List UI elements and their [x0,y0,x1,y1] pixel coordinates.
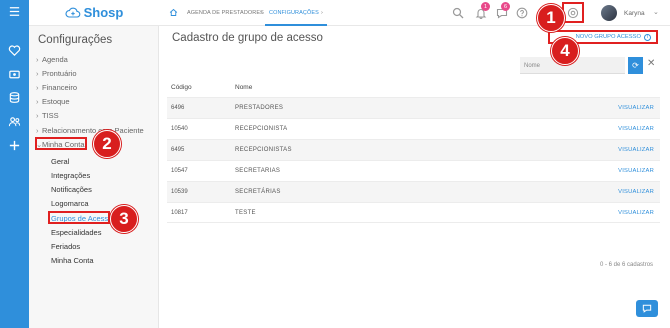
help-icon[interactable] [516,7,528,19]
row-code: 10540 [171,126,188,132]
sidebar-item-estoque[interactable]: › Estoque [36,97,70,106]
breadcrumb-separator: › [260,10,262,16]
messages-badge: 6 [501,2,510,11]
table-row: 10539 SECRETÁRIAS VISUALIZAR [167,181,660,202]
cloud-plus-icon [65,7,80,18]
chevron-down-icon[interactable]: ⌄ [653,8,659,16]
sidebar-item-prontuario[interactable]: › Prontuário [36,69,77,78]
sidebar-item-label: Financeiro [42,83,78,92]
support-chat-button[interactable] [636,300,658,317]
home-icon[interactable] [169,8,178,17]
row-code: 10817 [171,210,188,216]
notification-badge: 1 [481,2,490,11]
sidebar-item-label: Prontuário [42,69,77,78]
row-name: PRESTADORES [235,105,284,111]
submenu-item-feriados[interactable]: Feriados [51,242,80,251]
breadcrumb-agenda[interactable]: AGENDA DE PRESTADORES [187,10,264,16]
breadcrumb-separator: › [321,10,323,16]
sidebar-item-tiss[interactable]: › TISS [36,111,59,120]
config-sidebar: Configurações › Agenda › Prontuário › Finan… [29,26,159,328]
sidebar-item-label: Relacionamento com Paciente [42,126,144,135]
page-title: Cadastro de grupo de acesso [172,32,323,44]
row-code: 10547 [171,168,188,174]
search-icon[interactable] [452,7,464,19]
submenu-item-notificacoes[interactable]: Notificações [51,185,92,194]
top-bar: AGENDA DE PRESTADORES › CONFIGURAÇÕES › … [159,0,670,26]
card-icon[interactable] [0,63,29,85]
view-link[interactable]: VISUALIZAR [618,210,654,216]
view-link[interactable]: VISUALIZAR [618,105,654,111]
close-icon[interactable]: ✕ [647,58,655,69]
people-icon[interactable] [0,110,29,132]
view-link[interactable]: VISUALIZAR [618,168,654,174]
app-rail [0,0,29,328]
heart-icon[interactable] [0,39,29,61]
user-name[interactable]: Karyna [624,10,645,17]
view-link[interactable]: VISUALIZAR [618,126,654,132]
row-code: 10539 [171,189,188,195]
plus-icon[interactable] [0,134,29,156]
submenu-item-geral[interactable]: Geral [51,157,69,166]
row-name: SECRETÁRIAS [235,189,281,195]
row-code: 6495 [171,147,185,153]
sidebar-item-relacionamento[interactable]: › Relacionamento com Paciente [36,126,144,135]
row-name: TESTE [235,210,256,216]
settings-highlight-box [562,2,584,23]
minha-conta-highlight-box [35,137,87,150]
sidebar-item-agenda[interactable]: › Agenda [36,55,68,64]
callout-2: 2 [93,130,121,158]
submenu-item-integracoes[interactable]: Integrações [51,171,90,180]
table-row: 6495 RECEPCIONISTAS VISUALIZAR [167,139,660,160]
breadcrumb-configuracoes[interactable]: CONFIGURAÇÕES [269,10,319,16]
table-row: 10817 TESTE VISUALIZAR [167,202,660,223]
callout-4: 4 [551,37,579,65]
speech-bubble-icon [642,304,652,313]
row-name: RECEPCIONISTAS [235,147,292,153]
column-header-name: Nome [235,84,253,91]
sidebar-item-label: Agenda [42,55,68,64]
submenu-item-minha-conta[interactable]: Minha Conta [51,256,94,265]
database-icon[interactable] [0,86,29,108]
menu-icon[interactable] [0,0,29,22]
submenu-item-logomarca[interactable]: Logomarca [51,199,89,208]
submenu-item-especialidades[interactable]: Especialidades [51,228,101,237]
row-code: 6496 [171,105,185,111]
sidebar-item-label: TISS [42,111,59,120]
record-count: 0 - 6 de 6 cadastros [600,262,654,268]
table-row: 6496 PRESTADORES VISUALIZAR [167,97,660,118]
table-row: 10547 SECRETARIAS VISUALIZAR [167,160,660,181]
row-name: RECEPCIONISTA [235,126,288,132]
refresh-icon[interactable]: ⟳ [628,57,643,74]
grupos-highlight-box [48,211,110,224]
sidebar-title: Configurações [38,34,113,46]
table-row: 10540 RECEPCIONISTA VISUALIZAR [167,118,660,139]
avatar[interactable] [601,5,617,21]
sidebar-item-label: Estoque [42,97,70,106]
info-icon: i [644,33,651,41]
callout-3: 3 [110,205,138,233]
view-link[interactable]: VISUALIZAR [618,189,654,195]
logo[interactable]: Shosp [29,0,159,26]
callout-1: 1 [537,4,565,32]
new-access-group-label: NOVO GRUPO ACESSO [575,34,641,40]
view-link[interactable]: VISUALIZAR [618,147,654,153]
column-header-code: Código [171,84,192,91]
logo-text: Shosp [83,5,124,20]
active-tab-indicator [265,24,327,26]
row-name: SECRETARIAS [235,168,281,174]
sidebar-item-financeiro[interactable]: › Financeiro [36,83,77,92]
